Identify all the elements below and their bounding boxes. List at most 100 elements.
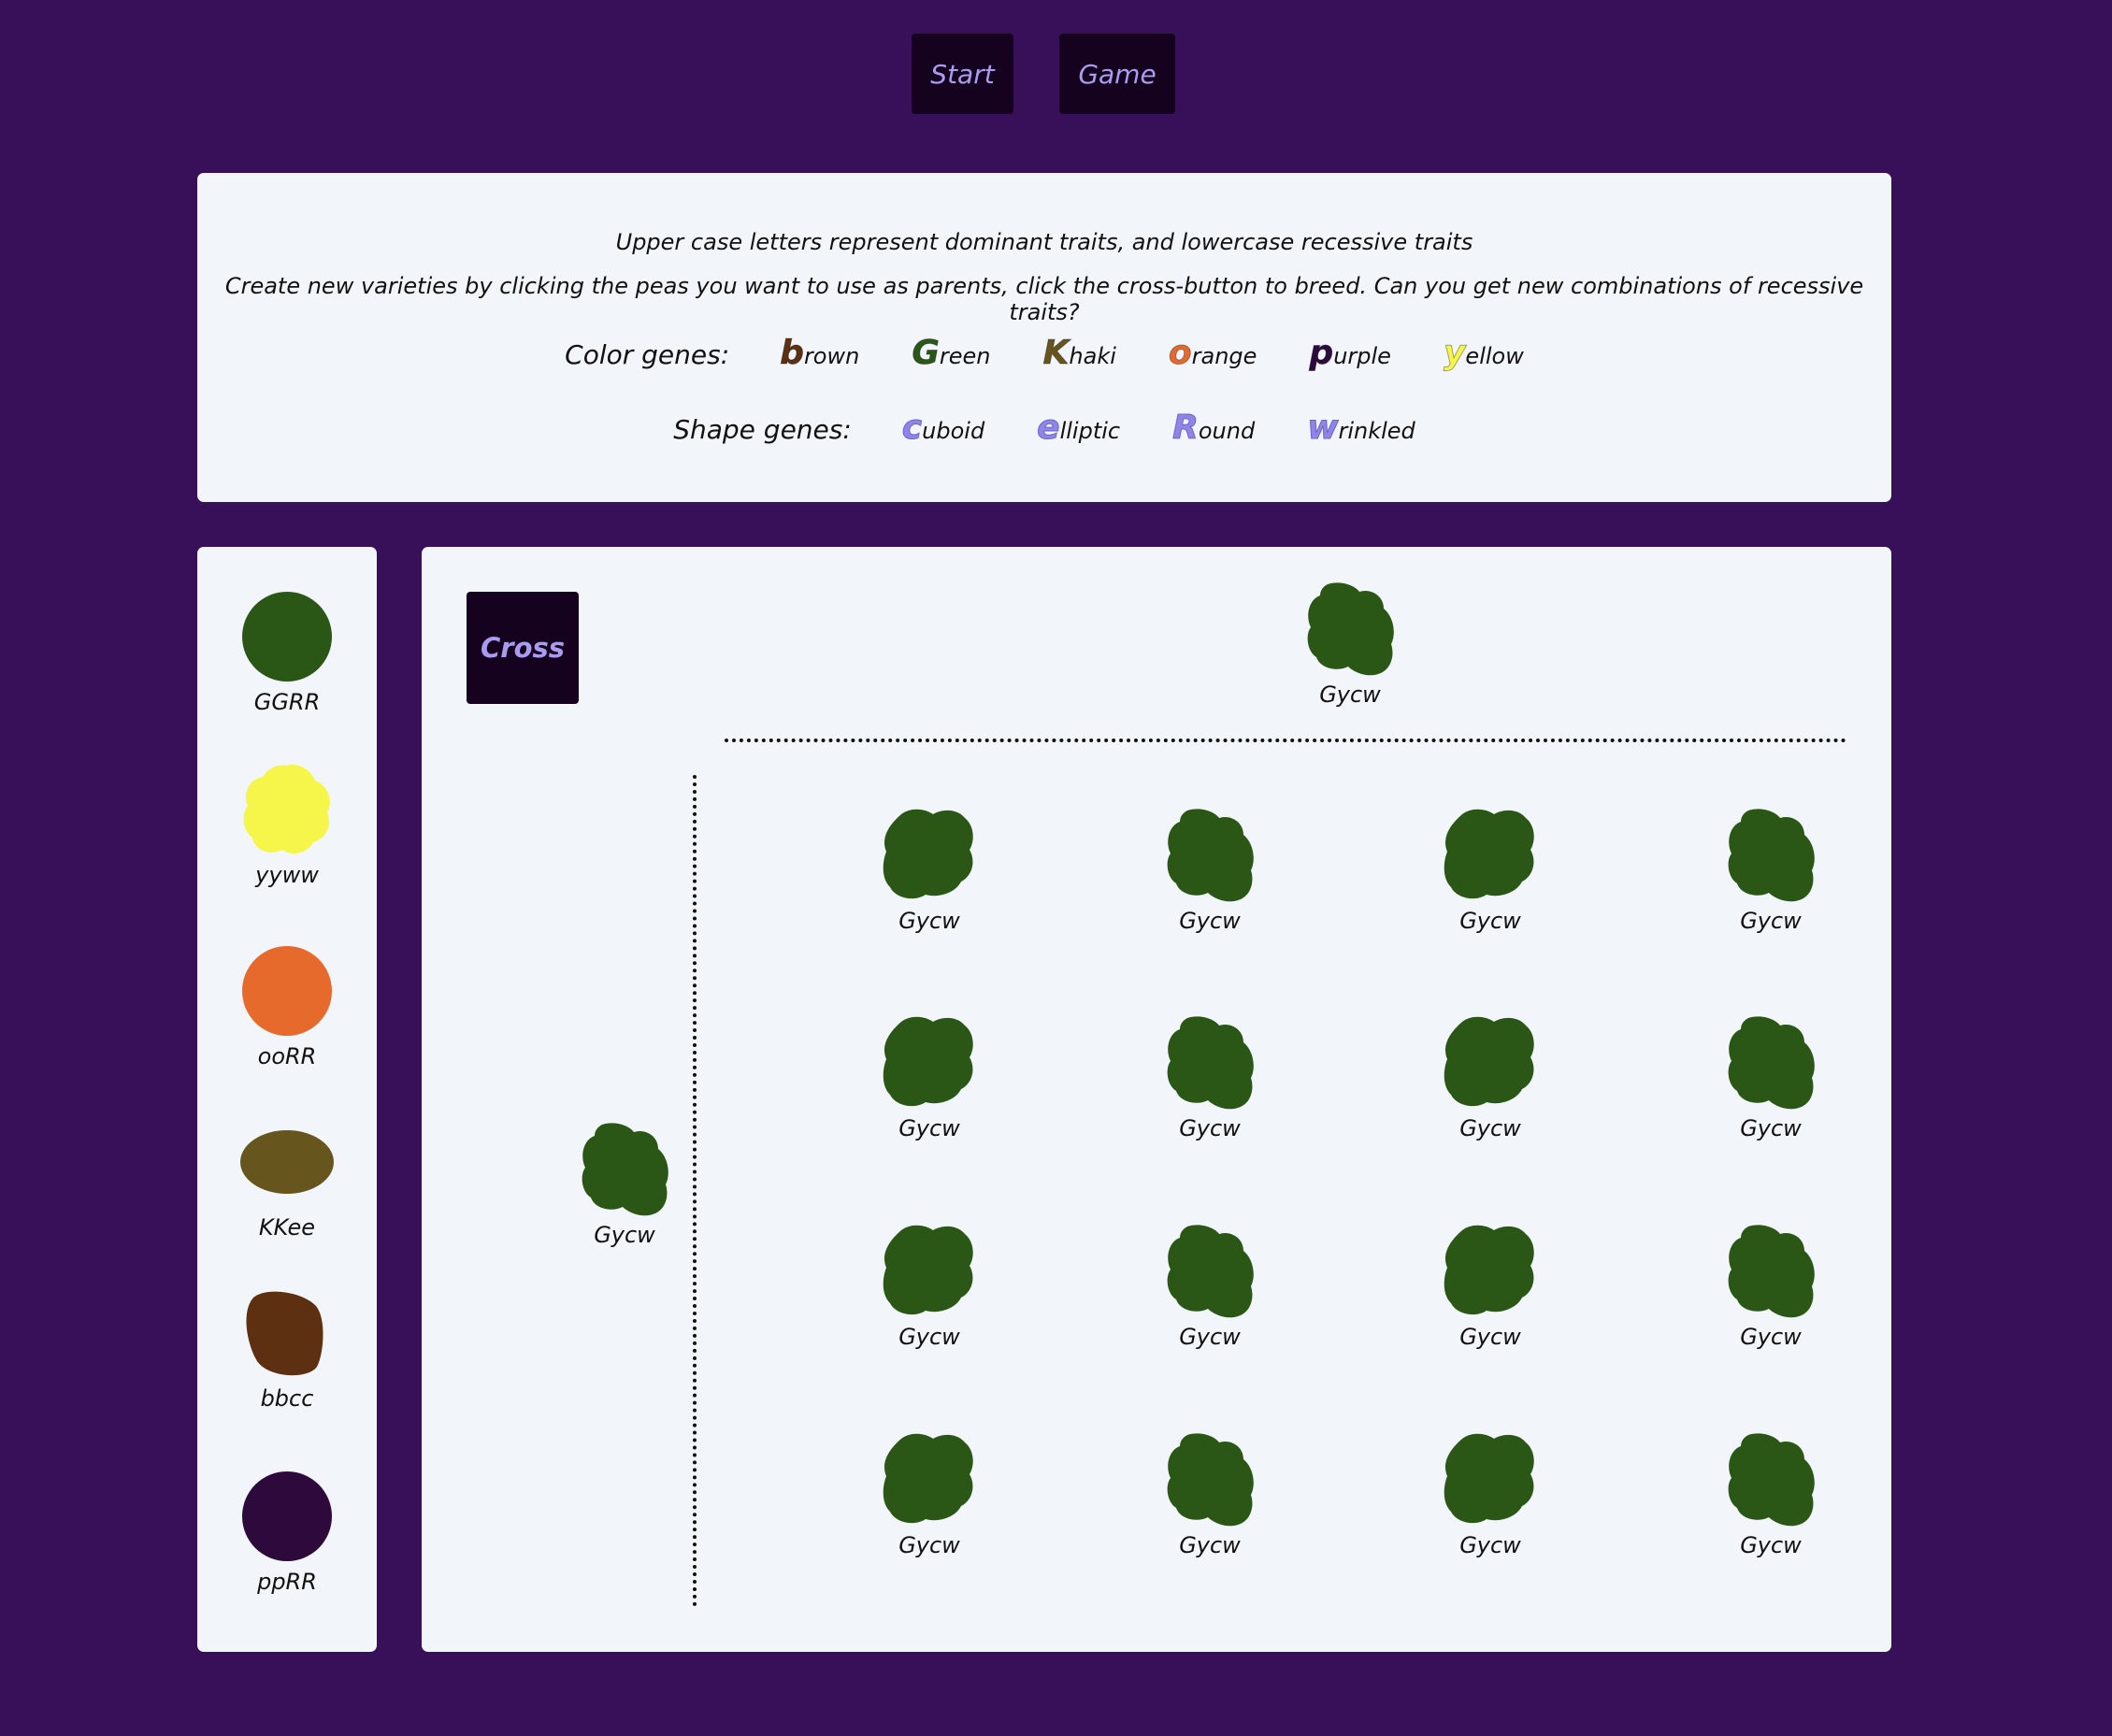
pea-icon	[582, 1123, 668, 1216]
pea-icon	[1167, 1433, 1254, 1527]
pea-icon	[1167, 1016, 1254, 1110]
instructions-panel: Upper case letters represent dominant tr…	[197, 173, 1891, 502]
pea-icon	[1728, 1016, 1815, 1110]
offspring-pea[interactable]: Gycw	[1705, 1433, 1836, 1558]
color-genes-title: Color genes:	[565, 339, 730, 370]
gene-name: range	[1191, 343, 1257, 369]
pea-icon	[1444, 1225, 1534, 1315]
gene-name: rinkled	[1338, 418, 1415, 444]
pea-genotype-label: Gycw	[1740, 908, 1802, 934]
gene-letter: K	[1042, 334, 1070, 373]
pea-icon	[1167, 1225, 1254, 1318]
pea-icon	[883, 809, 973, 899]
gene-green: Green	[912, 334, 991, 373]
gene-yellow: yellow	[1443, 334, 1524, 373]
pea-collection-panel: GGRR yyww ooRR KKee bbcc ppRR	[197, 547, 377, 1652]
start-button[interactable]: Start	[912, 34, 1013, 114]
pea-ggrr[interactable]: GGRR	[222, 590, 352, 715]
parent-pea-left[interactable]: Gycw	[559, 1123, 690, 1248]
pea-genotype-label: bbcc	[260, 1385, 314, 1412]
pea-kkee[interactable]: KKee	[222, 1115, 352, 1241]
cross-panel: Cross Gycw Gycw Gycw Gycw Gycw Gycw Gycw…	[422, 547, 1891, 1652]
pea-genotype-label: ppRR	[257, 1569, 317, 1595]
pea-icon	[1728, 809, 1815, 902]
pea-genotype-label: yyww	[255, 862, 319, 888]
gene-letter: o	[1168, 334, 1192, 373]
offspring-pea[interactable]: Gycw	[1425, 1433, 1556, 1558]
pea-genotype-label: GGRR	[253, 689, 321, 715]
pea-bbcc[interactable]: bbcc	[222, 1286, 352, 1412]
pea-icon	[242, 592, 332, 681]
offspring-pea[interactable]: Gycw	[1144, 1225, 1275, 1350]
pea-icon	[243, 765, 330, 854]
offspring-pea[interactable]: Gycw	[1425, 1225, 1556, 1350]
pea-icon	[1728, 1433, 1815, 1527]
offspring-pea[interactable]: Gycw	[864, 1433, 995, 1558]
shape-genes-legend: Shape genes: cuboid elliptic Round wrink…	[197, 409, 1891, 448]
pea-oorr[interactable]: ooRR	[222, 944, 352, 1069]
gene-name: lliptic	[1059, 418, 1121, 444]
parent-pea-top[interactable]: Gycw	[1285, 582, 1415, 708]
pea-genotype-label: KKee	[258, 1214, 316, 1241]
gene-wrinkled: wrinkled	[1307, 409, 1415, 448]
pea-genotype-label: Gycw	[1179, 1532, 1241, 1558]
pea-yyww[interactable]: yyww	[222, 763, 352, 888]
pea-icon	[1444, 1016, 1534, 1107]
gene-cuboid: cuboid	[901, 409, 985, 448]
pea-icon	[1444, 809, 1534, 899]
instructions-line-1: Upper case letters represent dominant tr…	[615, 229, 1473, 255]
pea-genotype-label: Gycw	[1740, 1115, 1802, 1141]
pea-genotype-label: Gycw	[898, 1115, 960, 1141]
pea-genotype-label: Gycw	[1459, 1115, 1521, 1141]
pea-icon	[246, 1291, 323, 1376]
gene-orange: orange	[1168, 334, 1257, 373]
offspring-pea[interactable]: Gycw	[1425, 1016, 1556, 1141]
offspring-pea[interactable]: Gycw	[864, 1016, 995, 1141]
pea-icon	[883, 1225, 973, 1315]
instructions-line-2: Create new varieties by clicking the pea…	[224, 273, 1864, 325]
gene-name: ound	[1198, 418, 1256, 444]
offspring-pea[interactable]: Gycw	[1705, 1016, 1836, 1141]
gene-name: rown	[803, 343, 860, 369]
offspring-pea[interactable]: Gycw	[864, 1225, 995, 1350]
cross-button[interactable]: Cross	[467, 592, 579, 704]
pea-icon	[1728, 1225, 1815, 1318]
pea-icon	[883, 1433, 973, 1524]
pea-icon	[240, 1130, 334, 1194]
gene-letter: w	[1307, 409, 1339, 448]
offspring-pea[interactable]: Gycw	[1425, 809, 1556, 934]
game-button[interactable]: Game	[1059, 34, 1175, 114]
pea-genotype-label: Gycw	[898, 1532, 960, 1558]
offspring-pea[interactable]: Gycw	[1705, 1225, 1836, 1350]
offspring-pea[interactable]: Gycw	[1144, 809, 1275, 934]
gene-letter: G	[912, 334, 941, 373]
pea-icon	[242, 946, 332, 1036]
offspring-pea[interactable]: Gycw	[1705, 809, 1836, 934]
pea-genotype-label: Gycw	[898, 908, 960, 934]
pea-icon	[242, 1471, 332, 1561]
gene-elliptic: elliptic	[1037, 409, 1121, 448]
offspring-pea[interactable]: Gycw	[1144, 1433, 1275, 1558]
gene-name: ellow	[1465, 343, 1524, 369]
pea-genotype-label: Gycw	[1459, 1532, 1521, 1558]
gene-purple: purple	[1309, 334, 1391, 373]
gene-letter: c	[901, 409, 923, 448]
pea-icon	[883, 1016, 973, 1107]
gene-name: urple	[1333, 343, 1391, 369]
pea-icon	[1307, 582, 1394, 676]
pea-genotype-label: Gycw	[1319, 681, 1381, 708]
gene-letter: p	[1309, 334, 1334, 373]
pea-genotype-label: Gycw	[1179, 1115, 1241, 1141]
pea-icon	[1167, 809, 1254, 902]
pea-genotype-label: Gycw	[898, 1324, 960, 1350]
vertical-divider	[693, 775, 697, 1607]
gene-name: uboid	[922, 418, 985, 444]
pea-genotype-label: Gycw	[1179, 1324, 1241, 1350]
shape-genes-title: Shape genes:	[673, 414, 852, 445]
offspring-pea[interactable]: Gycw	[1144, 1016, 1275, 1141]
gene-round: Round	[1172, 409, 1256, 448]
offspring-pea[interactable]: Gycw	[864, 809, 995, 934]
gene-letter: b	[780, 334, 805, 373]
pea-pprr[interactable]: ppRR	[222, 1470, 352, 1595]
pea-genotype-label: Gycw	[1740, 1324, 1802, 1350]
